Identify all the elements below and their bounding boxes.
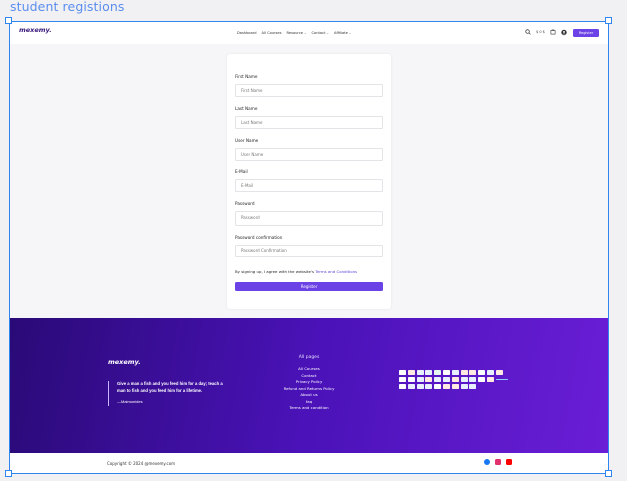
selection-frame (9, 21, 609, 474)
canvas-frame-title: student registions (10, 0, 125, 14)
resize-handle-bottom-left[interactable] (5, 470, 12, 477)
resize-handle-top-right[interactable] (605, 17, 612, 24)
resize-handle-top-left[interactable] (5, 17, 12, 24)
resize-handle-bottom-right[interactable] (605, 470, 612, 477)
